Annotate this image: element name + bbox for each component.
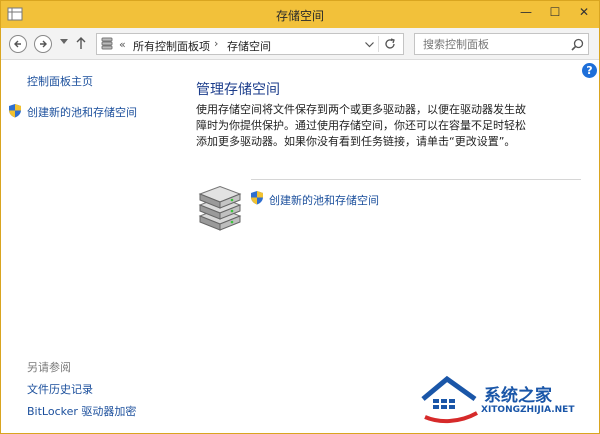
search-input[interactable] bbox=[415, 34, 565, 54]
forward-button[interactable] bbox=[34, 35, 52, 53]
address-dropdown-chevron-icon[interactable] bbox=[365, 42, 374, 48]
watermark-text: 系统之家 bbox=[484, 386, 552, 406]
bitlocker-link[interactable]: BitLocker 驱动器加密 bbox=[27, 403, 136, 419]
watermark-logo-icon bbox=[421, 375, 478, 424]
search-icon[interactable] bbox=[571, 38, 584, 51]
back-button[interactable] bbox=[9, 35, 27, 53]
control-panel-window: 存储空间 — ☐ ✕ « 所有控制面板项 › 存储空间 搜索控制面板 ? 控制面… bbox=[0, 0, 600, 434]
uac-shield-icon bbox=[9, 104, 21, 118]
create-pool-label: 创建新的池和存储空间 bbox=[269, 194, 379, 207]
breadcrumb-all-control-panel-items[interactable]: 所有控制面板项 bbox=[133, 38, 210, 54]
breadcrumb-overflow[interactable]: « bbox=[119, 38, 126, 51]
close-button[interactable]: ✕ bbox=[570, 1, 598, 23]
back-arrow-icon bbox=[14, 40, 21, 48]
forward-arrow-icon bbox=[40, 40, 47, 48]
address-bar[interactable]: « 所有控制面板项 › 存储空间 bbox=[96, 33, 404, 55]
breadcrumb-separator[interactable]: › bbox=[214, 37, 218, 50]
sidebar-create-pool-label: 创建新的池和存储空间 bbox=[27, 106, 137, 119]
search-box[interactable] bbox=[414, 33, 589, 55]
address-divider bbox=[378, 36, 379, 52]
page-title: 管理存储空间 bbox=[196, 82, 280, 98]
uac-shield-icon bbox=[251, 191, 263, 205]
site-watermark: 系统之家 XITONGZHIJIA.NET bbox=[419, 373, 599, 433]
watermark-url: XITONGZHIJIA.NET bbox=[481, 405, 575, 415]
left-pane: 控制面板主页 创建新的池和存储空间 另请参阅 文件历史记录 BitLocker … bbox=[1, 61, 181, 433]
breadcrumb-storage-spaces[interactable]: 存储空间 bbox=[227, 38, 271, 54]
control-panel-home-link[interactable]: 控制面板主页 bbox=[27, 73, 93, 89]
recent-locations-chevron-icon[interactable] bbox=[60, 39, 68, 45]
up-arrow-icon[interactable] bbox=[75, 36, 87, 50]
file-history-link[interactable]: 文件历史记录 bbox=[27, 381, 93, 397]
title-bar[interactable]: 存储空间 — ☐ ✕ bbox=[1, 1, 599, 28]
storage-spaces-icon bbox=[101, 37, 113, 50]
navigation-bar: « 所有控制面板项 › 存储空间 bbox=[1, 28, 599, 60]
minimize-button[interactable]: — bbox=[512, 1, 540, 23]
window-title: 存储空间 bbox=[275, 9, 324, 23]
help-icon[interactable]: ? bbox=[582, 63, 597, 78]
page-description: 使用存储空间将文件保存到两个或更多驱动器，以便在驱动器发生故障时为你提供保护。通… bbox=[196, 103, 526, 148]
see-also-heading: 另请参阅 bbox=[27, 361, 71, 374]
refresh-icon[interactable] bbox=[383, 37, 397, 51]
storage-pool-icon bbox=[198, 186, 242, 231]
maximize-button[interactable]: ☐ bbox=[541, 1, 569, 23]
section-divider bbox=[251, 179, 581, 180]
